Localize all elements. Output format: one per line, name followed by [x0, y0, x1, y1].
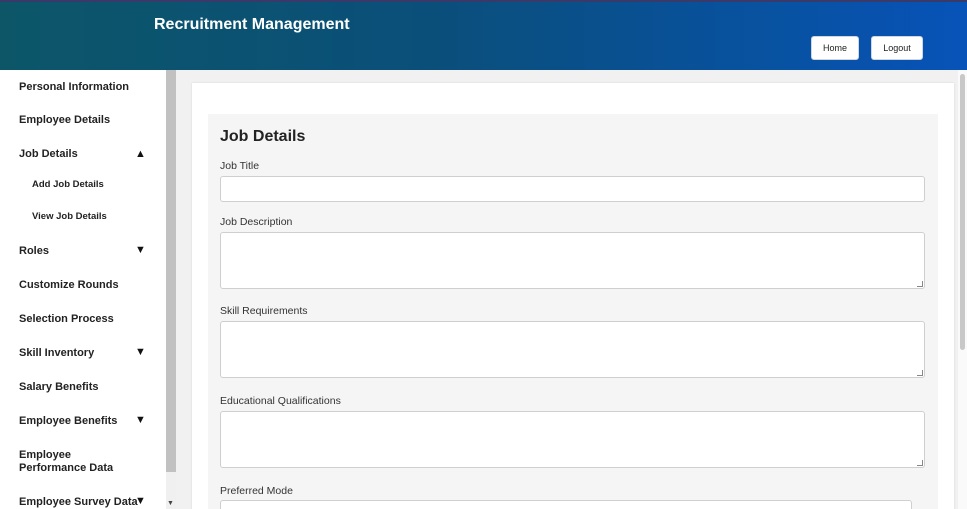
- sidebar-item-label: Roles: [19, 245, 49, 257]
- sidebar-item-label: Employee Details: [19, 114, 111, 126]
- sidebar-item-selection-process[interactable]: Selection Process: [19, 313, 149, 326]
- chevron-up-icon[interactable]: ▲: [135, 148, 146, 160]
- sidebar-item-label: Salary Benefits: [19, 381, 99, 393]
- page-scrollbar[interactable]: [958, 70, 967, 509]
- sidebar-item-label: Employee Performance Data: [19, 449, 114, 474]
- resize-handle-icon[interactable]: [917, 370, 923, 376]
- sidebar-subitem-view-job-details[interactable]: View Job Details: [32, 211, 107, 222]
- sidebar-item-employee-performance-data[interactable]: Employee Performance Data: [19, 449, 139, 475]
- job-title-label: Job Title: [220, 160, 260, 172]
- page-scrollbar-thumb[interactable]: [960, 74, 965, 350]
- app-title: Recruitment Management: [154, 16, 350, 33]
- skill-requirements-textarea[interactable]: [220, 321, 925, 378]
- job-description-textarea[interactable]: [220, 232, 925, 289]
- main-content: Job Details Job Title Job Description Sk…: [176, 70, 967, 509]
- educational-qualifications-label: Educational Qualifications: [220, 395, 341, 407]
- sidebar-item-salary-benefits[interactable]: Salary Benefits: [19, 381, 149, 394]
- sidebar-item-label: Personal Information: [19, 81, 130, 93]
- skill-requirements-label: Skill Requirements: [220, 305, 308, 317]
- content-card: Job Details Job Title Job Description Sk…: [192, 83, 954, 509]
- sidebar-scrollbar[interactable]: ▼: [166, 70, 176, 509]
- home-button[interactable]: Home: [811, 36, 859, 60]
- sidebar-item-customize-rounds[interactable]: Customize Rounds: [19, 279, 149, 292]
- job-title-input[interactable]: [220, 176, 925, 202]
- sidebar-item-skill-inventory[interactable]: Skill Inventory: [19, 347, 149, 360]
- sidebar-item-roles[interactable]: Roles: [19, 245, 149, 258]
- sidebar-item-label: Job Details: [19, 148, 78, 160]
- app-header: Recruitment Management Home Logout: [0, 0, 967, 70]
- resize-handle-icon[interactable]: [917, 460, 923, 466]
- sidebar-item-label: Customize Rounds: [19, 279, 119, 291]
- sidebar-item-employee-benefits[interactable]: Employee Benefits: [19, 415, 149, 428]
- resize-handle-icon[interactable]: [917, 281, 923, 287]
- chevron-down-icon[interactable]: ▼: [135, 495, 146, 507]
- preferred-mode-label: Preferred Mode: [220, 485, 293, 497]
- sidebar-item-label: Employee Benefits: [19, 415, 118, 427]
- job-description-label: Job Description: [220, 216, 293, 228]
- sidebar-item-label: Employee Survey Data: [19, 496, 138, 508]
- sidebar-item-job-details[interactable]: Job Details: [19, 148, 149, 161]
- sidebar: Personal Information Employee Details Jo…: [0, 70, 166, 509]
- chevron-down-icon[interactable]: ▼: [135, 244, 146, 256]
- scroll-down-arrow-icon[interactable]: ▼: [167, 500, 174, 507]
- job-details-form: Job Details Job Title Job Description Sk…: [208, 114, 938, 509]
- chevron-down-icon[interactable]: ▼: [135, 414, 146, 426]
- sidebar-item-employee-survey-data[interactable]: Employee Survey Data: [19, 496, 149, 509]
- sidebar-scrollbar-thumb[interactable]: [166, 70, 176, 472]
- form-title: Job Details: [220, 128, 306, 145]
- sidebar-subitem-add-job-details[interactable]: Add Job Details: [32, 179, 104, 190]
- sidebar-item-personal-information[interactable]: Personal Information: [19, 81, 149, 94]
- preferred-mode-select[interactable]: [220, 500, 912, 509]
- sidebar-item-employee-details[interactable]: Employee Details: [19, 114, 149, 127]
- educational-qualifications-textarea[interactable]: [220, 411, 925, 468]
- sidebar-item-label: Selection Process: [19, 313, 114, 325]
- logout-button[interactable]: Logout: [871, 36, 923, 60]
- chevron-down-icon[interactable]: ▼: [135, 346, 146, 358]
- sidebar-item-label: Skill Inventory: [19, 347, 95, 359]
